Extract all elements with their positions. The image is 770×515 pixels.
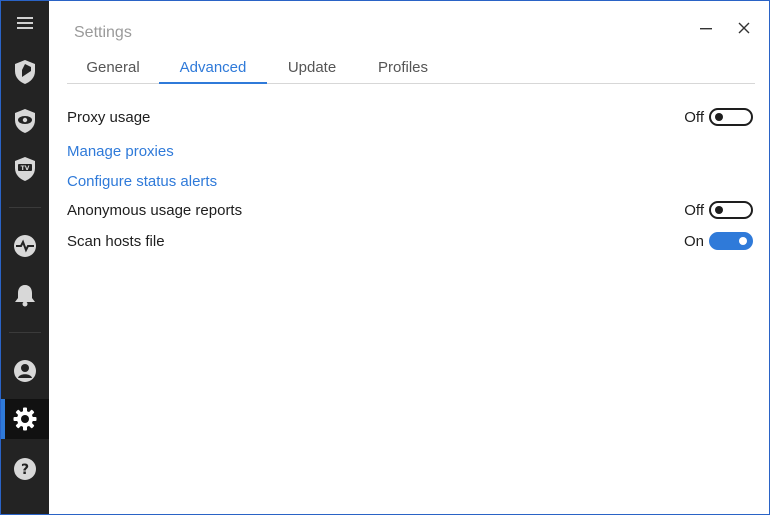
anonymous-reports-label: Anonymous usage reports xyxy=(67,202,243,219)
svg-text:TV: TV xyxy=(21,165,30,172)
notifications-button[interactable] xyxy=(1,275,49,315)
activity-icon xyxy=(13,234,37,258)
menu-button[interactable] xyxy=(1,3,49,43)
user-icon xyxy=(13,359,37,383)
proxy-usage-label: Proxy usage xyxy=(67,109,151,126)
manage-proxies-link[interactable]: Manage proxies xyxy=(67,143,174,160)
tab-advanced[interactable]: Advanced xyxy=(159,53,267,84)
scan-hosts-state: On xyxy=(683,233,704,250)
help-button[interactable]: ? xyxy=(1,449,49,489)
sidebar: TV ? xyxy=(1,1,49,514)
tv-protection-button[interactable]: TV xyxy=(1,149,49,189)
proxy-usage-toggle[interactable] xyxy=(709,108,753,126)
protection-button[interactable] xyxy=(1,52,49,92)
tv-shield-icon: TV xyxy=(13,156,37,182)
minimize-icon xyxy=(700,22,712,34)
tab-general[interactable]: General xyxy=(67,53,159,83)
settings-button[interactable] xyxy=(1,399,49,439)
scan-hosts-label: Scan hosts file xyxy=(67,233,165,250)
anonymous-reports-state: Off xyxy=(684,202,704,219)
help-icon: ? xyxy=(13,457,37,481)
scan-hosts-toggle[interactable] xyxy=(709,232,753,250)
close-button[interactable] xyxy=(731,15,757,41)
proxy-usage-state: Off xyxy=(684,109,704,126)
bell-icon xyxy=(14,283,36,307)
tab-profiles[interactable]: Profiles xyxy=(357,53,449,83)
settings-window: TV ? Settings General Advanced Update Pr… xyxy=(0,0,770,515)
settings-tabs: General Advanced Update Profiles xyxy=(67,53,755,84)
menu-icon xyxy=(17,16,33,30)
privacy-button[interactable] xyxy=(1,101,49,141)
account-button[interactable] xyxy=(1,351,49,391)
settings-panel: Settings General Advanced Update Profile… xyxy=(50,1,769,514)
minimize-button[interactable] xyxy=(693,15,719,41)
eye-shield-icon xyxy=(13,108,37,134)
window-title: Settings xyxy=(74,24,132,41)
close-icon xyxy=(738,22,750,34)
configure-status-alerts-link[interactable]: Configure status alerts xyxy=(67,173,217,190)
anonymous-reports-toggle[interactable] xyxy=(709,201,753,219)
svg-text:?: ? xyxy=(21,462,29,478)
shield-icon xyxy=(13,59,37,85)
tab-update[interactable]: Update xyxy=(267,53,357,83)
activity-button[interactable] xyxy=(1,226,49,266)
gear-icon xyxy=(13,407,37,431)
